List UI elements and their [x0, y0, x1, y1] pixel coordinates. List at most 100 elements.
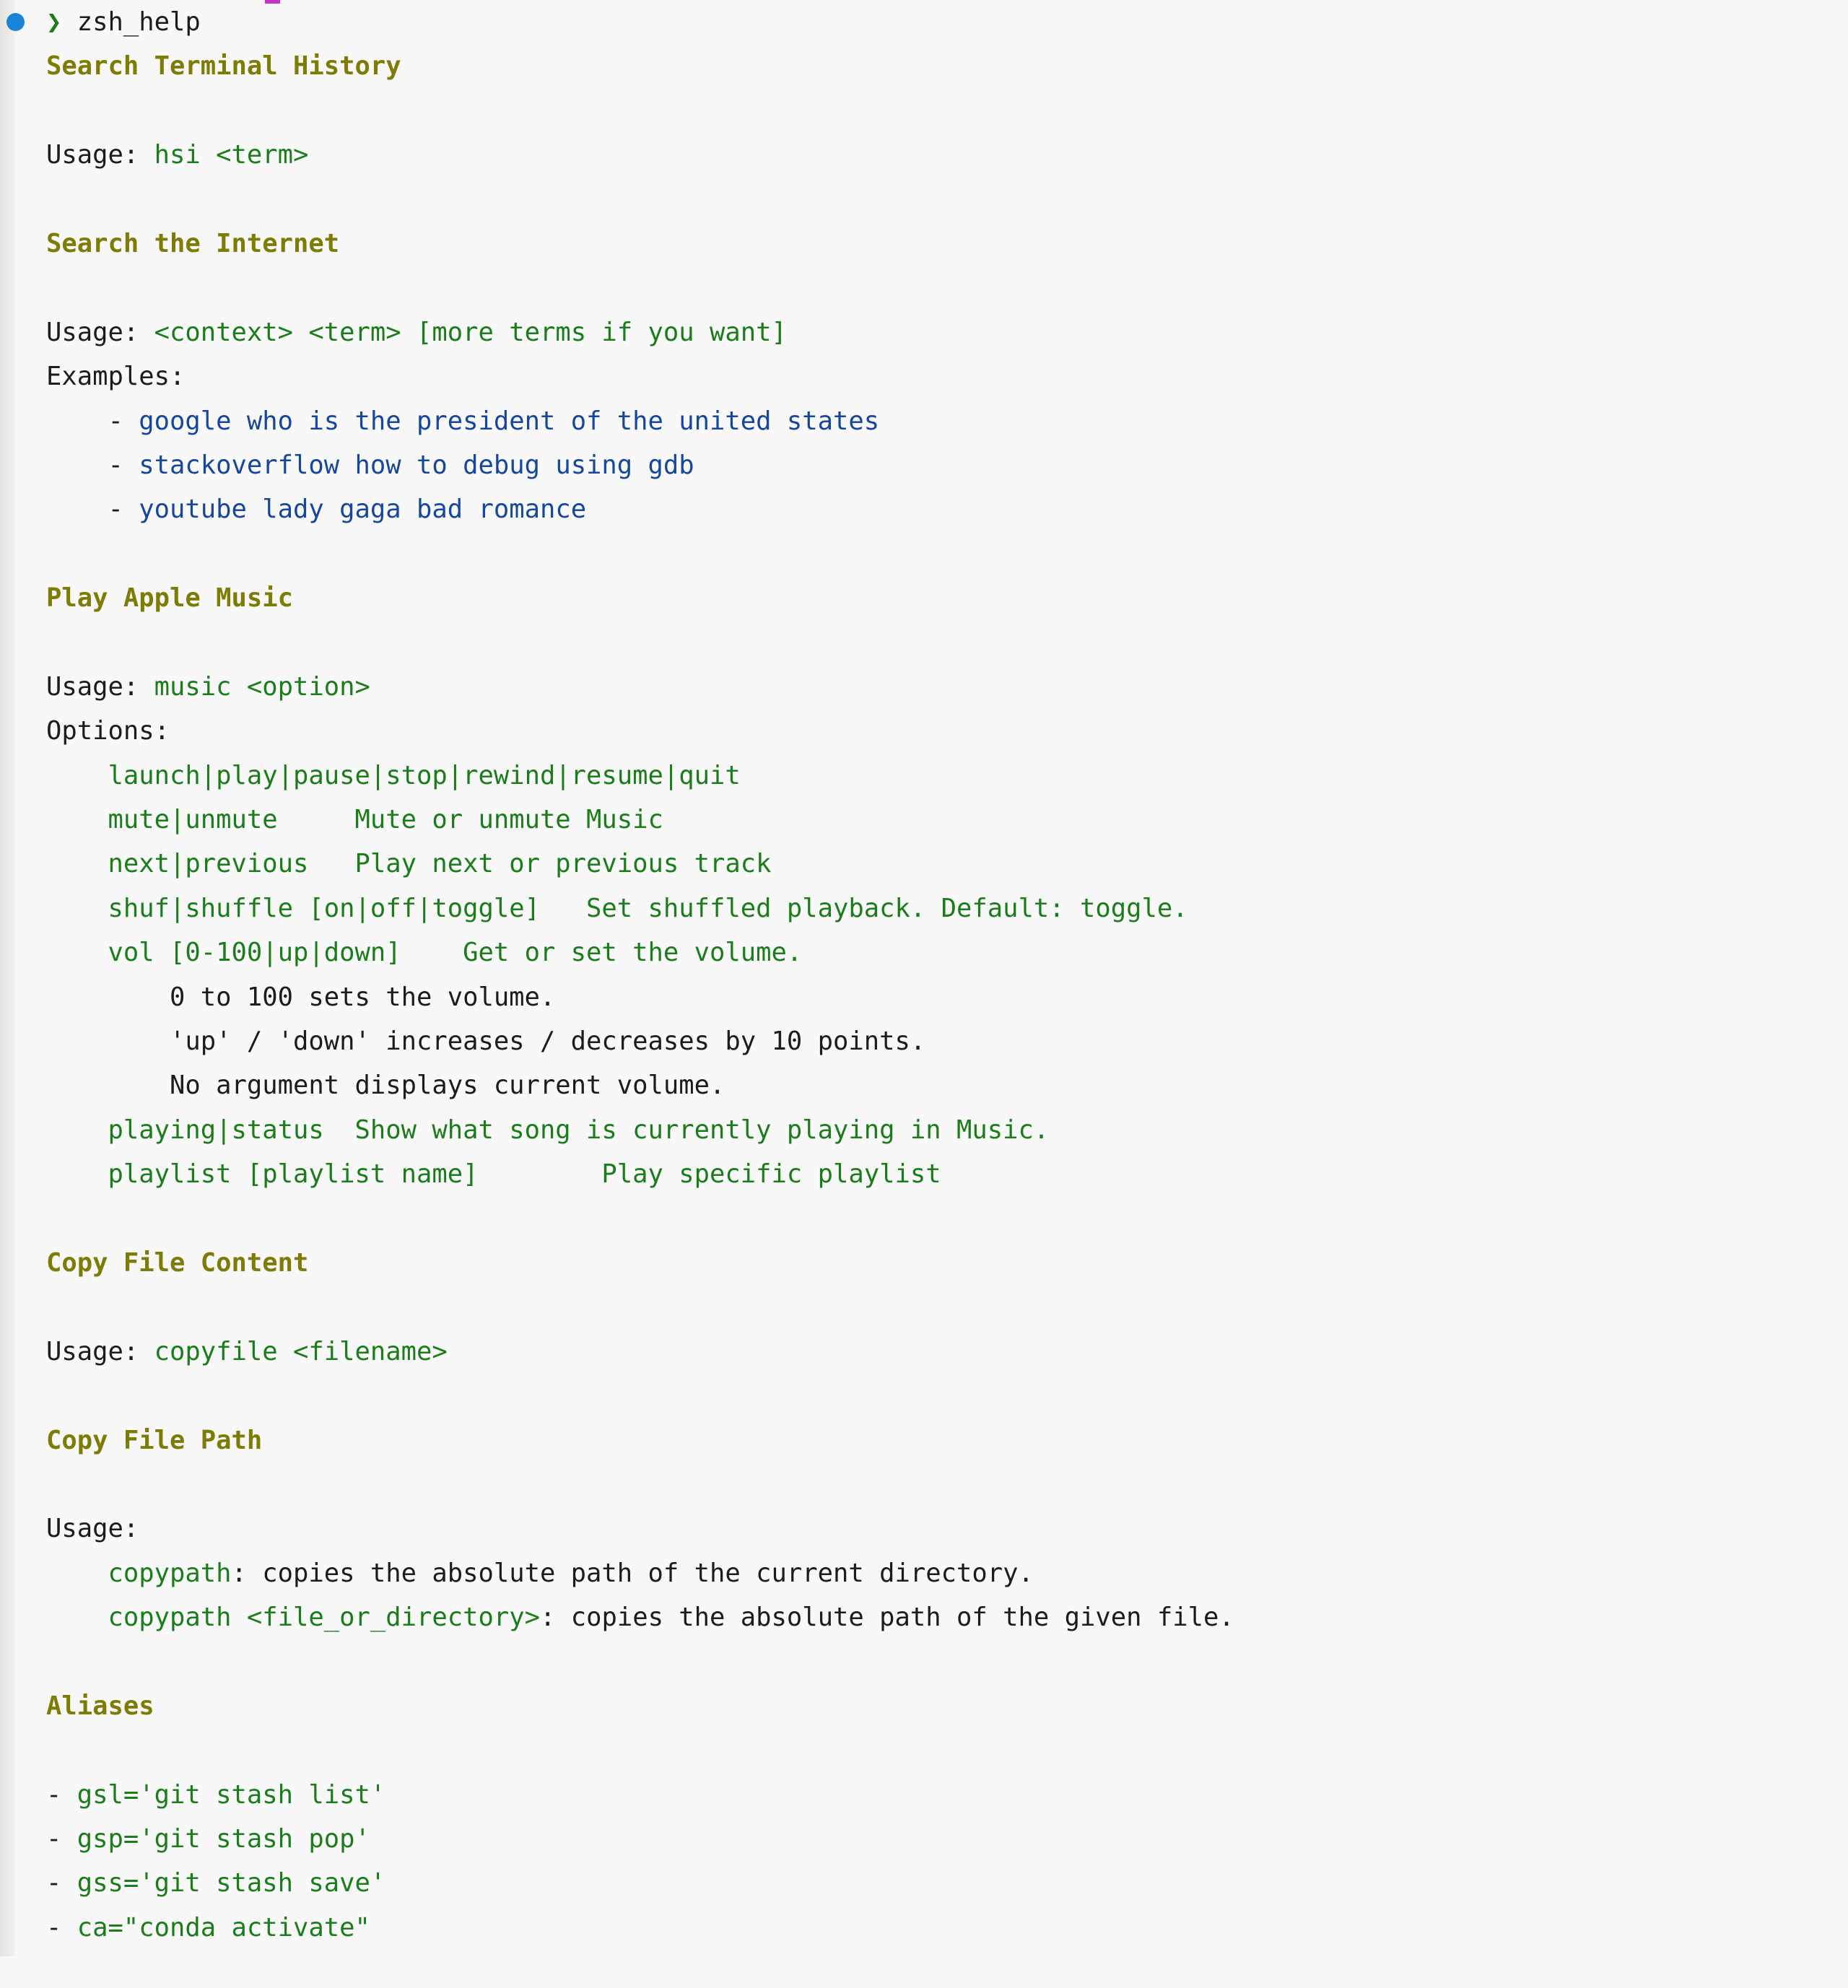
usage-label: Usage:: [46, 140, 154, 170]
section-heading-aliases: Aliases: [0, 1684, 1848, 1728]
usage-line-internet: Usage: <context> <term> [more terms if y…: [0, 310, 1848, 354]
copypath-usage-item: copypath <file_or_directory>: copies the…: [0, 1595, 1848, 1639]
alias-text: gsp='git stash pop': [77, 1824, 370, 1854]
example-text: google who is the president of the unite…: [139, 406, 880, 436]
option-text: launch|play|pause|stop|rewind|resume|qui…: [108, 760, 741, 790]
heading-text: Aliases: [46, 1691, 154, 1721]
example-item: - google who is the president of the uni…: [0, 399, 1848, 443]
usage-label: Usage:: [46, 1336, 154, 1366]
option-text: next|previous Play next or previous trac…: [108, 849, 772, 879]
copypath-usage-item: copypath: copies the absolute path of th…: [0, 1551, 1848, 1595]
music-option: vol [0-100|up|down] Get or set the volum…: [0, 930, 1848, 975]
option-text: shuf|shuffle [on|off|toggle] Set shuffle…: [108, 893, 1188, 923]
music-option: next|previous Play next or previous trac…: [0, 842, 1848, 886]
section-heading-copy-file-content: Copy File Content: [0, 1241, 1848, 1285]
section-heading-search-terminal-history: Search Terminal History: [0, 44, 1848, 88]
section-heading-copy-file-path: Copy File Path: [0, 1418, 1848, 1462]
example-text: stackoverflow how to debug using gdb: [139, 450, 694, 480]
options-label: Options:: [0, 709, 1848, 753]
usage-label: Usage:: [46, 317, 154, 347]
music-option: playlist [playlist name] Play specific p…: [0, 1152, 1848, 1196]
copypath-command: copypath <file_or_directory>: [108, 1603, 540, 1633]
alias-text: gsl='git stash list': [77, 1779, 386, 1810]
music-option: mute|unmute Mute or unmute Music: [0, 798, 1848, 842]
alias-item: - gsl='git stash list': [0, 1773, 1848, 1817]
usage-line-hsi: Usage: hsi <term>: [0, 133, 1848, 177]
dash-bullet: -: [46, 1824, 77, 1854]
usage-code: copyfile <filename>: [154, 1336, 448, 1366]
heading-text: Copy File Content: [46, 1247, 309, 1278]
dash-bullet: -: [108, 494, 139, 525]
section-heading-search-the-internet: Search the Internet: [0, 222, 1848, 266]
vol-note: No argument displays current volume.: [0, 1063, 1848, 1107]
section-heading-play-apple-music: Play Apple Music: [0, 576, 1848, 620]
alias-item: - ca="conda activate": [0, 1906, 1848, 1950]
heading-text: Play Apple Music: [46, 583, 293, 614]
vol-note-text: No argument displays current volume.: [169, 1071, 725, 1101]
copypath-description: : copies the absolute path of the given …: [539, 1603, 1234, 1633]
dash-bullet: -: [46, 1779, 77, 1810]
music-option: launch|play|pause|stop|rewind|resume|qui…: [0, 754, 1848, 798]
option-text: vol [0-100|up|down] Get or set the volum…: [108, 938, 803, 968]
terminal-output: ❯ zsh_help Search Terminal History Usage…: [0, 0, 1848, 1950]
dash-bullet: -: [46, 1868, 77, 1898]
dash-bullet: -: [108, 406, 139, 436]
examples-label: Examples:: [0, 354, 1848, 398]
usage-line-copyfile: Usage: copyfile <filename>: [0, 1330, 1848, 1374]
usage-label-copypath: Usage:: [0, 1507, 1848, 1551]
alias-text: ca="conda activate": [77, 1912, 370, 1943]
music-option: shuf|shuffle [on|off|toggle] Set shuffle…: [0, 886, 1848, 930]
usage-code: hsi <term>: [154, 140, 309, 170]
option-text: mute|unmute Mute or unmute Music: [108, 805, 663, 835]
dash-bullet: -: [46, 1912, 77, 1943]
heading-text: Search the Internet: [46, 228, 340, 258]
usage-code: <context> <term> [more terms if you want…: [154, 317, 787, 347]
prompt-line[interactable]: ❯ zsh_help: [0, 0, 1848, 44]
vol-note: 'up' / 'down' increases / decreases by 1…: [0, 1019, 1848, 1063]
copypath-description: : copies the absolute path of the curren…: [231, 1558, 1034, 1588]
music-option: playing|status Show what song is current…: [0, 1108, 1848, 1152]
heading-text: Copy File Path: [46, 1425, 263, 1455]
example-item: - stackoverflow how to debug using gdb: [0, 443, 1848, 487]
alias-text: gss='git stash save': [77, 1868, 386, 1898]
prompt-chevron-icon: ❯: [46, 7, 62, 37]
alias-item: - gsp='git stash pop': [0, 1817, 1848, 1861]
command-input[interactable]: zsh_help: [77, 7, 201, 37]
heading-text: Search Terminal History: [46, 51, 401, 82]
usage-line-music: Usage: music <option>: [0, 665, 1848, 709]
option-text: playlist [playlist name] Play specific p…: [108, 1159, 941, 1190]
dash-bullet: -: [108, 450, 139, 480]
example-text: youtube lady gaga bad romance: [139, 494, 587, 525]
usage-label: Usage:: [46, 1514, 139, 1544]
vol-note-text: 0 to 100 sets the volume.: [169, 982, 556, 1012]
alias-item: - gss='git stash save': [0, 1861, 1848, 1905]
usage-label: Usage:: [46, 671, 154, 702]
copypath-command: copypath: [108, 1558, 232, 1588]
status-dot-icon: [6, 13, 25, 31]
vol-note-text: 'up' / 'down' increases / decreases by 1…: [169, 1026, 926, 1056]
